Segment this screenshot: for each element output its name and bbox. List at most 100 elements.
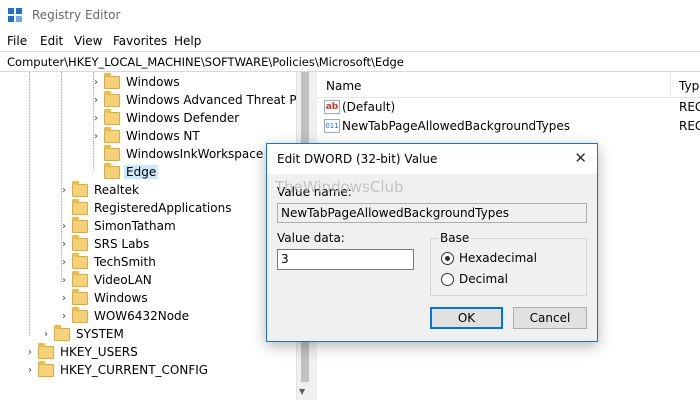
column-header-type[interactable]: Type [679,79,700,93]
folder-icon [54,325,70,341]
tree-item-label: HKEY_CURRENT_CONFIG [60,363,209,377]
tree-item-label: Windows NT [126,129,200,143]
tree-item-label: TechSmith [94,255,156,269]
value-name-text: NewTabPageAllowedBackgroundTypes [281,206,509,220]
folder-icon [72,307,88,323]
chevron-placeholder [58,203,70,215]
chevron-right-icon[interactable]: › [58,275,70,287]
value-type: REG [679,119,700,133]
chevron-right-icon[interactable]: › [90,131,102,143]
watermark-text: TheWindowsClub [275,178,404,196]
folder-icon [72,235,88,251]
tree-item-wow6432node[interactable]: › WOW6432Node [58,307,296,326]
tree-item-label: SYSTEM [76,327,124,341]
tree-item-label: Windows Defender [126,111,240,125]
value-name-field[interactable]: NewTabPageAllowedBackgroundTypes [277,203,587,223]
tree-item-label: SRS Labs [94,237,150,251]
string-value-icon: ab [324,100,340,114]
tree-item-techsmith[interactable]: › TechSmith [58,253,296,272]
folder-icon [72,217,88,233]
column-header-name[interactable]: Name [326,79,361,93]
radio-hexadecimal[interactable] [441,252,454,265]
close-icon[interactable]: ✕ [574,149,587,167]
tree-item-registeredapplications[interactable]: RegisteredApplications [58,199,296,218]
folder-icon [72,181,88,197]
tree-item-label: Windows [126,75,180,89]
folder-icon [38,361,54,377]
chevron-right-icon[interactable]: › [58,311,70,323]
folder-icon [104,163,120,179]
chevron-right-icon[interactable]: › [90,95,102,107]
folder-icon [72,253,88,269]
chevron-right-icon[interactable]: › [24,347,36,359]
chevron-right-icon[interactable]: › [40,329,52,341]
menu-edit[interactable]: Edit [40,34,63,48]
value-data-input[interactable]: 3 [277,249,414,270]
chevron-placeholder [90,167,102,179]
base-group-label: Base [438,231,472,245]
value-data-label: Value data: [277,231,345,245]
base-group: Base Hexadecimal Decimal [430,231,587,296]
dialog-body: Value name: NewTabPageAllowedBackgroundT… [267,174,597,341]
value-row-default[interactable]: ab (Default) REG [317,98,700,117]
folder-icon [72,289,88,305]
tree-item-simontatham[interactable]: › SimonTatham [58,217,296,236]
radio-decimal-label[interactable]: Decimal [459,272,508,286]
folder-icon [104,127,120,143]
tree-item-system[interactable]: › SYSTEM [40,325,296,344]
menu-favorites[interactable]: Favorites [113,34,167,48]
radio-hexadecimal-label[interactable]: Hexadecimal [459,251,537,265]
folder-icon [104,145,120,161]
chevron-right-icon[interactable]: › [90,113,102,125]
value-data-text: 3 [281,252,289,266]
tree-item-label: RegisteredApplications [94,201,232,215]
chevron-right-icon[interactable]: › [58,239,70,251]
title-bar: Registry Editor [0,0,700,31]
dialog-title-bar: Edit DWORD (32-bit) Value ✕ [267,144,597,174]
tree-item-label: Edge [124,165,159,179]
tree-item-realtek[interactable]: › Realtek [58,181,296,200]
chevron-right-icon[interactable]: › [58,185,70,197]
tree-item-windows[interactable]: › Windows [90,73,296,92]
menu-help[interactable]: Help [174,34,201,48]
chevron-right-icon[interactable]: › [90,77,102,89]
menu-view[interactable]: View [74,34,102,48]
radio-decimal[interactable] [441,273,454,286]
tree-item-srs-labs[interactable]: › SRS Labs [58,235,296,254]
tree-item-label: Realtek [94,183,139,197]
chevron-placeholder [90,149,102,161]
scroll-down-arrow-icon[interactable]: ▼ [299,387,305,396]
chevron-right-icon[interactable]: › [24,365,36,377]
chevron-right-icon[interactable]: › [58,293,70,305]
tree-item-windows-defender[interactable]: › Windows Defender [90,109,296,128]
value-row-newtabpageallowedbackgroundtypes[interactable]: 011 NewTabPageAllowedBackgroundTypes REG [317,117,700,136]
folder-icon [104,91,120,107]
tree-item-label: WindowsInkWorkspace [126,147,264,161]
cancel-button[interactable]: Cancel [513,307,587,329]
menu-file[interactable]: File [7,34,27,48]
tree-item-label: VideoLAN [94,273,152,287]
tree-item-hkey-current-config[interactable]: › HKEY_CURRENT_CONFIG [24,361,296,380]
chevron-right-icon[interactable]: › [58,257,70,269]
value-name: (Default) [342,100,396,114]
menu-bar: File Edit View Favorites Help [0,31,700,51]
folder-icon [72,271,88,287]
value-name: NewTabPageAllowedBackgroundTypes [342,119,570,133]
address-bar[interactable]: Computer\HKEY_LOCAL_MACHINE\SOFTWARE\Pol… [0,51,700,72]
chevron-right-icon[interactable]: › [58,221,70,233]
window-title: Registry Editor [32,8,121,22]
value-type: REG [679,100,700,114]
tree-item-windows-software[interactable]: › Windows [58,289,296,308]
tree-item-videolan[interactable]: › VideoLAN [58,271,296,290]
ok-button[interactable]: OK [430,307,503,329]
address-path[interactable]: Computer\HKEY_LOCAL_MACHINE\SOFTWARE\Pol… [7,55,404,69]
registry-editor-app-icon [8,8,24,24]
tree-item-label: SimonTatham [94,219,176,233]
folder-icon [72,199,88,215]
tree-item-windows-advanced-threat-protection[interactable]: › Windows Advanced Threat Prote [90,91,312,110]
edit-dword-dialog: Edit DWORD (32-bit) Value ✕ Value name: … [266,143,598,342]
tree-item-hkey-users[interactable]: › HKEY_USERS [24,343,296,362]
column-separator[interactable] [670,72,671,98]
values-header: Name Type [317,72,700,98]
folder-icon [104,109,120,125]
